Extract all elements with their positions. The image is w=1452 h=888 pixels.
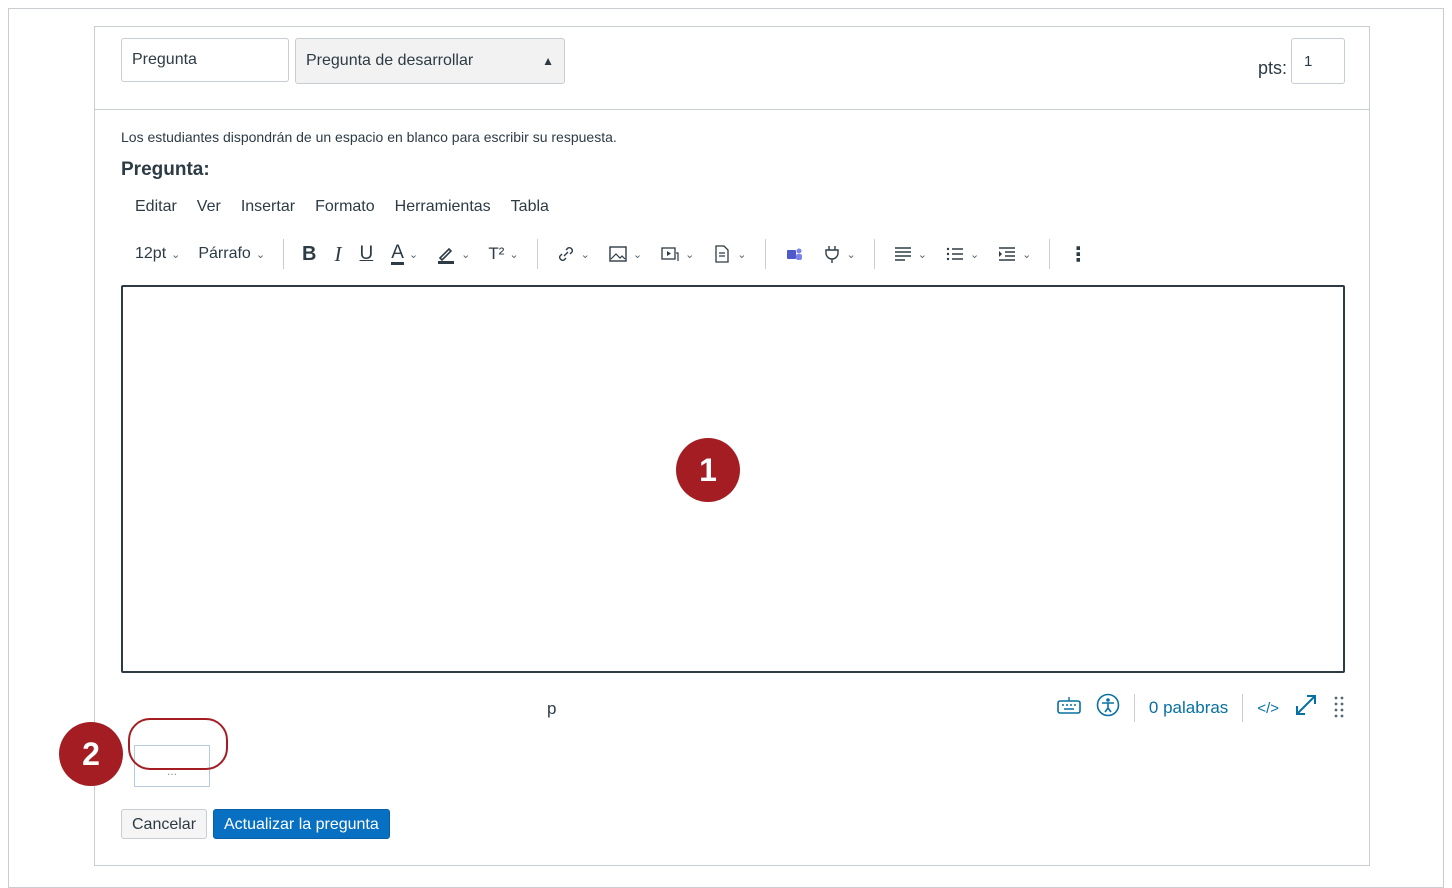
indent-icon xyxy=(999,247,1016,261)
superscript-button[interactable]: T² ⌄ xyxy=(488,244,518,264)
document-button[interactable]: ⌄ xyxy=(712,244,747,264)
link-button[interactable]: ⌄ xyxy=(556,244,590,264)
callout-badge-1: 1 xyxy=(676,438,740,502)
italic-icon: I xyxy=(334,241,342,266)
font-size-value: 12pt xyxy=(135,245,167,262)
highlight-button[interactable]: ⌄ xyxy=(436,244,470,264)
cancel-button[interactable]: Cancelar xyxy=(121,809,208,839)
chevron-down-icon: ⌄ xyxy=(408,248,419,261)
image-button[interactable]: ⌄ xyxy=(608,244,642,264)
select-caret-icon: ▲ xyxy=(542,54,554,68)
text-color-button[interactable]: A ⌄ xyxy=(391,241,419,265)
font-size-dropdown[interactable]: 12pt ⌄ xyxy=(135,245,180,263)
question-name-input[interactable]: Pregunta xyxy=(121,38,289,82)
menu-ver[interactable]: Ver xyxy=(197,198,221,216)
resize-handle-icon[interactable] xyxy=(1333,694,1345,723)
editor-menubar: Editar Ver Insertar Formato Herramientas… xyxy=(135,198,549,216)
chevron-down-icon: ⌄ xyxy=(917,248,927,261)
menu-insertar[interactable]: Insertar xyxy=(241,198,295,216)
menu-editar[interactable]: Editar xyxy=(135,198,177,216)
chevron-down-icon: ⌄ xyxy=(509,248,519,261)
menu-formato[interactable]: Formato xyxy=(315,198,375,216)
chevron-down-icon: ⌄ xyxy=(255,248,266,261)
toolbar-divider xyxy=(764,239,766,269)
editor-toolbar: 12pt ⌄ Párrafo ⌄ B I U A ⌄ ⌄ T² ⌄ ⌄ ⌄ ⌄ … xyxy=(135,238,1106,270)
document-icon xyxy=(715,245,729,263)
chevron-down-icon: ⌄ xyxy=(685,248,695,261)
toolbar-divider xyxy=(1049,239,1051,269)
question-label: Pregunta: xyxy=(121,159,210,180)
media-icon xyxy=(661,247,679,261)
toolbar-divider xyxy=(873,239,875,269)
align-left-icon xyxy=(894,247,911,261)
word-count-button[interactable]: 0 palabras xyxy=(1149,698,1228,718)
menu-tabla[interactable]: Tabla xyxy=(511,198,549,216)
media-button[interactable]: ⌄ xyxy=(660,244,694,264)
text-color-icon: A xyxy=(391,241,404,265)
statusbar-divider xyxy=(1133,694,1135,722)
callout-highlight-ring xyxy=(128,718,228,770)
question-header: Pregunta Pregunta de desarrollar ▲ pts: … xyxy=(95,27,1369,110)
question-type-value: Pregunta de desarrollar xyxy=(306,52,474,69)
indent-button[interactable]: ⌄ xyxy=(997,244,1031,264)
apps-plugin-button[interactable]: ⌄ xyxy=(822,244,856,264)
bullet-list-icon xyxy=(946,247,963,261)
toolbar-divider xyxy=(536,239,538,269)
bold-button[interactable]: B xyxy=(302,243,316,266)
points-label: pts: xyxy=(1257,58,1287,78)
fullscreen-icon[interactable] xyxy=(1293,692,1319,724)
bold-icon: B xyxy=(302,242,317,265)
more-vertical-icon: ⋮ xyxy=(1068,243,1089,266)
update-question-button[interactable]: Actualizar la pregunta xyxy=(213,809,390,839)
callout-badge-2: 2 xyxy=(59,722,123,786)
teams-icon xyxy=(786,248,802,260)
image-icon xyxy=(609,246,627,262)
chevron-down-icon: ⌄ xyxy=(461,248,471,261)
highlight-icon xyxy=(438,247,455,264)
teams-button[interactable] xyxy=(784,244,804,264)
html-editor-icon[interactable]: </> xyxy=(1257,700,1279,717)
editor-statusbar: p 0 palabras </> xyxy=(121,691,1345,725)
chevron-down-icon: ⌄ xyxy=(632,248,643,261)
list-button[interactable]: ⌄ xyxy=(945,244,979,264)
plug-icon xyxy=(824,246,839,263)
italic-button[interactable]: I xyxy=(335,242,342,267)
chevron-down-icon: ⌄ xyxy=(969,248,980,261)
toolbar-divider xyxy=(283,239,285,269)
accessibility-icon[interactable] xyxy=(1096,693,1120,723)
block-format-value: Párrafo xyxy=(198,245,251,262)
statusbar-divider xyxy=(1242,694,1244,722)
element-path[interactable]: p xyxy=(547,699,556,719)
chevron-down-icon: ⌄ xyxy=(1022,248,1032,261)
help-text: Los estudiantes dispondrán de un espacio… xyxy=(121,129,617,145)
superscript-icon: T² xyxy=(488,244,505,263)
question-type-select[interactable]: Pregunta de desarrollar ▲ xyxy=(295,38,565,84)
question-edit-panel: Pregunta Pregunta de desarrollar ▲ pts: … xyxy=(94,26,1370,866)
chevron-down-icon: ⌄ xyxy=(171,248,181,261)
link-icon xyxy=(558,247,573,261)
align-button[interactable]: ⌄ xyxy=(893,244,927,264)
points-input[interactable]: 1 xyxy=(1291,38,1345,84)
chevron-down-icon: ⌄ xyxy=(580,248,590,261)
menu-herramientas[interactable]: Herramientas xyxy=(395,198,491,216)
underline-button[interactable]: U xyxy=(360,243,374,265)
more-button[interactable]: ⋮ xyxy=(1068,242,1088,267)
block-format-dropdown[interactable]: Párrafo ⌄ xyxy=(198,245,265,263)
chevron-down-icon: ⌄ xyxy=(846,248,856,261)
statusbar-tools: 0 palabras </> xyxy=(1042,693,1345,723)
chevron-down-icon: ⌄ xyxy=(737,248,747,261)
underline-icon: U xyxy=(359,243,374,264)
keyboard-icon[interactable] xyxy=(1056,695,1082,721)
